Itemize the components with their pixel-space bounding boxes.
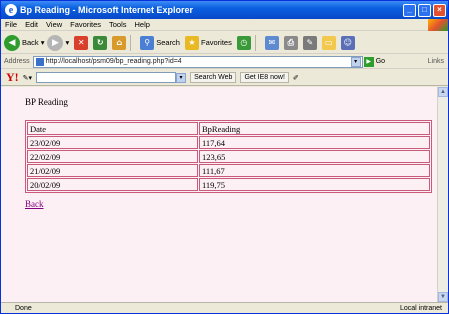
scroll-down-icon[interactable]: ▼ xyxy=(438,292,448,302)
page-content: BP Reading Date BpReading 23/02/09 117,6… xyxy=(1,87,437,302)
forward-arrow-icon[interactable]: ▶ xyxy=(47,34,64,51)
address-url[interactable]: http://localhost/psm09/bp_reading.php?id… xyxy=(46,58,182,65)
search-button-label[interactable]: Search xyxy=(156,38,180,47)
mail-icon[interactable]: ✉ xyxy=(264,35,279,50)
date-cell: 23/02/09 xyxy=(27,136,198,149)
edit-icon[interactable]: ✎ xyxy=(302,35,317,50)
get-ie8-button[interactable]: Get IE8 now! xyxy=(240,72,289,83)
toolbar-divider xyxy=(130,34,132,51)
toolbar-divider xyxy=(254,34,256,51)
back-link[interactable]: Back xyxy=(25,199,44,209)
menu-bar: File Edit View Favorites Tools Help xyxy=(1,18,448,31)
window-title: Bp Reading - Microsoft Internet Explorer xyxy=(20,5,194,15)
favorites-star-icon[interactable]: ★ xyxy=(184,35,199,50)
folder-icon[interactable]: ▭ xyxy=(321,35,336,50)
forward-dropdown-icon[interactable]: ▾ xyxy=(65,38,69,47)
table-header-row: Date BpReading xyxy=(27,122,430,135)
scroll-up-icon[interactable]: ▲ xyxy=(438,87,448,97)
reading-cell: 119,75 xyxy=(199,178,430,191)
back-arrow-icon[interactable]: ◀ xyxy=(4,34,20,51)
menu-file[interactable]: File xyxy=(1,20,21,29)
table-row: 20/02/09 119,75 xyxy=(27,178,430,191)
go-button-label[interactable]: Go xyxy=(376,58,385,65)
table-row: 23/02/09 117,64 xyxy=(27,136,430,149)
column-header-bpreading: BpReading xyxy=(199,122,430,135)
standard-toolbar: ◀ Back ▾ ▶ ▾ ✕ ↻ ⌂ ⚲ Search ★ Favorites … xyxy=(1,32,448,54)
date-cell: 22/02/09 xyxy=(27,150,198,163)
title-bar: e Bp Reading - Microsoft Internet Explor… xyxy=(1,1,448,19)
address-dropdown-icon[interactable]: ▾ xyxy=(350,56,361,67)
history-icon[interactable]: ◷ xyxy=(236,35,251,50)
highlight-pen-icon[interactable]: ✐ xyxy=(293,74,299,82)
menu-favorites[interactable]: Favorites xyxy=(66,20,105,29)
reading-cell: 111,67 xyxy=(199,164,430,177)
reading-cell: 123,65 xyxy=(199,150,430,163)
table-row: 21/02/09 111,67 xyxy=(27,164,430,177)
status-text: Done xyxy=(15,304,32,312)
browser-window: e Bp Reading - Microsoft Internet Explor… xyxy=(0,0,449,314)
yahoo-search-input[interactable] xyxy=(36,72,177,83)
yahoo-logo[interactable]: Y! xyxy=(6,70,19,85)
windows-logo-icon xyxy=(428,18,448,31)
table-row: 22/02/09 123,65 xyxy=(27,150,430,163)
refresh-icon[interactable]: ↻ xyxy=(93,35,108,50)
stop-icon[interactable]: ✕ xyxy=(74,35,89,50)
page-title: BP Reading xyxy=(25,97,68,107)
back-button-label[interactable]: Back xyxy=(22,38,39,47)
yahoo-search-dropdown-icon[interactable]: ▾ xyxy=(176,72,187,83)
security-zone: Local intranet xyxy=(399,304,442,312)
close-button[interactable]: × xyxy=(433,3,446,17)
menu-tools[interactable]: Tools xyxy=(105,20,131,29)
menu-help[interactable]: Help xyxy=(131,20,154,29)
pencil-icon[interactable]: ✎▾ xyxy=(23,74,32,82)
date-cell: 20/02/09 xyxy=(27,178,198,191)
yahoo-toolbar: Y! ✎▾ ▾ Search Web Get IE8 now! ✐ xyxy=(1,70,448,86)
search-web-button[interactable]: Search Web xyxy=(190,72,237,83)
ie-logo-icon: e xyxy=(5,4,17,16)
messenger-icon[interactable]: ☺ xyxy=(340,35,355,50)
address-bar: Address http://localhost/psm09/bp_readin… xyxy=(1,55,448,69)
date-cell: 21/02/09 xyxy=(27,164,198,177)
maximize-button[interactable]: □ xyxy=(418,3,431,17)
search-icon[interactable]: ⚲ xyxy=(140,35,155,50)
print-icon[interactable]: ⎙ xyxy=(283,35,298,50)
reading-cell: 117,64 xyxy=(199,136,430,149)
menu-view[interactable]: View xyxy=(42,20,66,29)
back-dropdown-icon[interactable]: ▾ xyxy=(41,38,45,47)
vertical-scrollbar[interactable]: ▲ ▼ xyxy=(437,87,448,302)
address-label: Address xyxy=(4,58,30,65)
menu-edit[interactable]: Edit xyxy=(21,20,42,29)
minimize-button[interactable]: _ xyxy=(403,3,416,17)
status-bar: Done Local intranet xyxy=(1,302,448,313)
page-icon xyxy=(35,57,44,66)
links-button[interactable]: Links xyxy=(428,58,444,65)
column-header-date: Date xyxy=(27,122,198,135)
bp-reading-table: Date BpReading 23/02/09 117,64 22/02/09 … xyxy=(25,120,432,193)
address-input[interactable]: http://localhost/psm09/bp_reading.php?id… xyxy=(32,55,363,68)
home-icon[interactable]: ⌂ xyxy=(112,35,127,50)
go-arrow-icon[interactable]: ▶ xyxy=(363,56,374,67)
favorites-button-label[interactable]: Favorites xyxy=(201,38,232,47)
